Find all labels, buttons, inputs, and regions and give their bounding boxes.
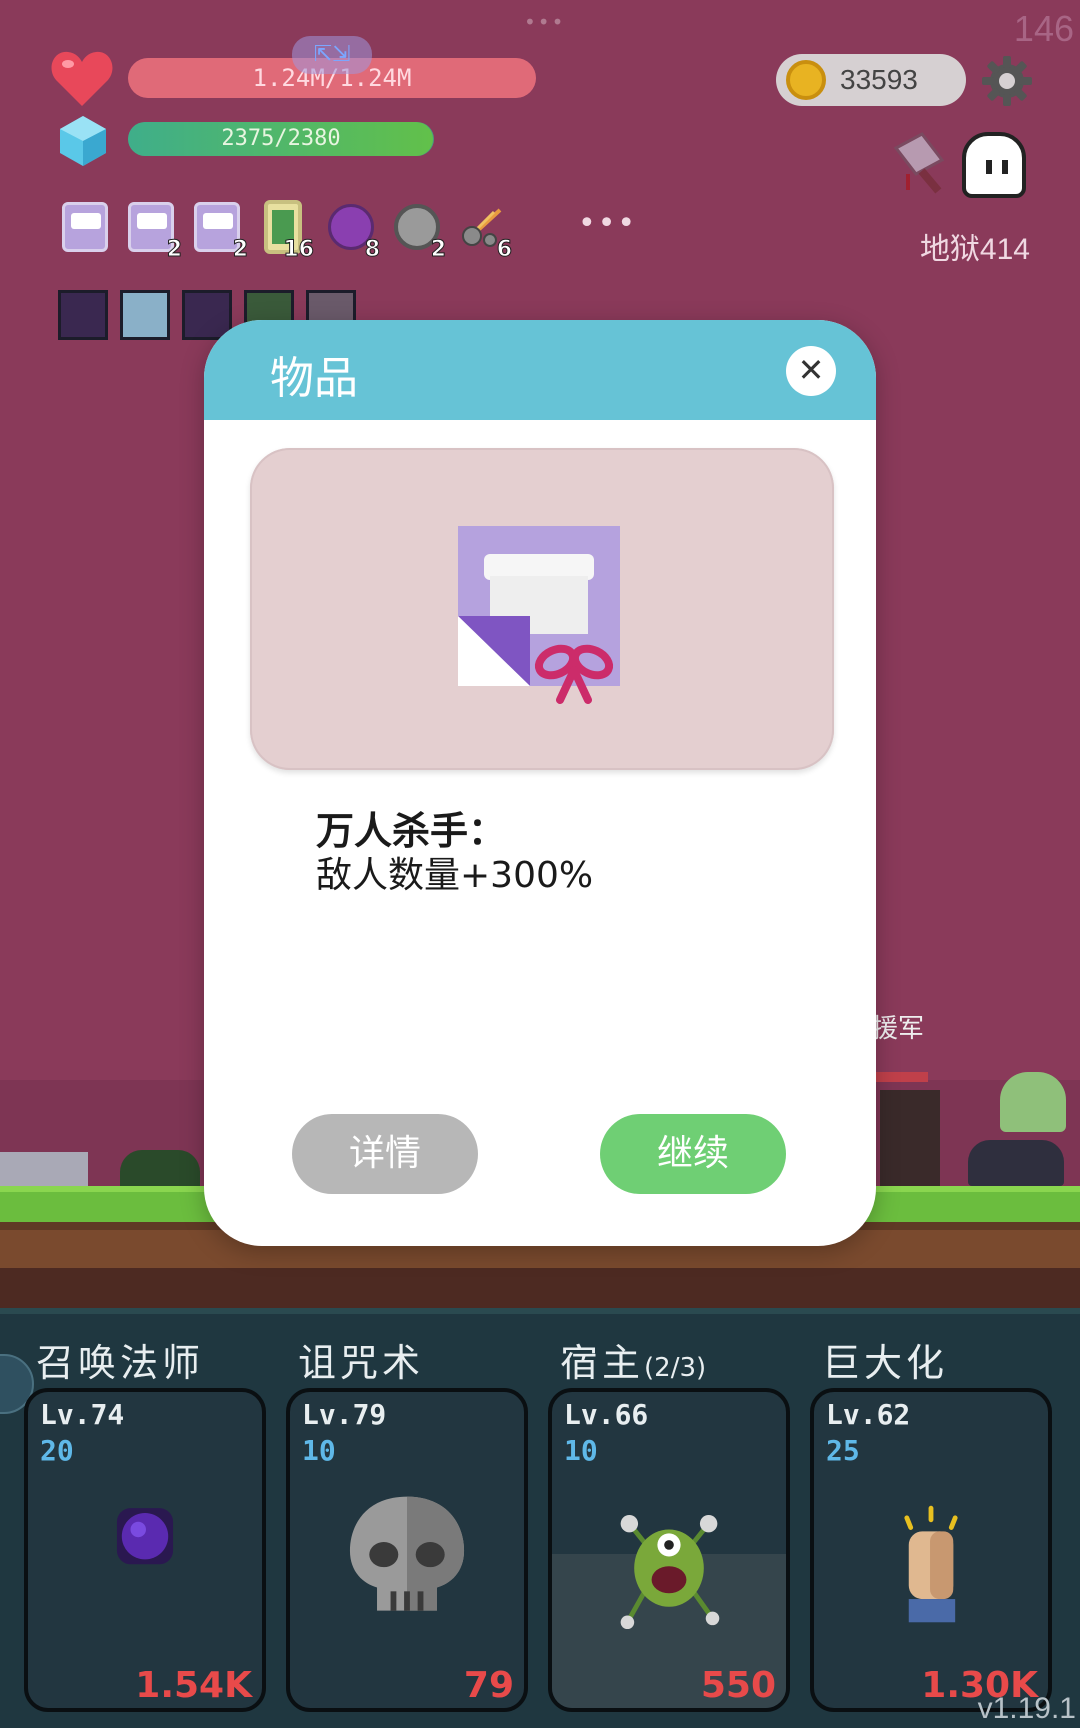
fullscreen-toggle-icon[interactable]: ⇱⇲ <box>292 36 372 74</box>
dialog-header: 物品 ✕ <box>204 320 876 420</box>
rock <box>968 1140 1064 1186</box>
item-count: 2 <box>166 237 182 263</box>
npc-name: 援军 <box>872 1013 925 1043</box>
skill-title-text: 诅咒术 <box>298 1341 425 1385</box>
dialog-title: 物品 <box>270 353 358 404</box>
skill-title: 巨大化 <box>822 1332 948 1387</box>
ghost-pet-icon[interactable] <box>962 132 1026 198</box>
skill-title-text: 召唤法师 <box>36 1341 205 1385</box>
skill-price: 79 <box>463 1665 514 1706</box>
skill-level: Lv.66 <box>564 1398 649 1431</box>
details-button[interactable]: 详情 <box>292 1114 478 1194</box>
skill-title-text: 巨大化 <box>822 1341 949 1385</box>
skill-card-curse[interactable]: Lv.79 10 79 <box>286 1388 528 1712</box>
gold-coin-icon <box>786 60 826 100</box>
continue-button[interactable]: 继续 <box>600 1114 786 1194</box>
mana-crystal-icon <box>60 116 106 166</box>
stage-label: 地狱414 <box>919 233 1030 266</box>
fence <box>0 1152 88 1188</box>
top-handle-dots: ••• <box>524 10 566 34</box>
skill-card-summon-mage[interactable]: Lv.74 20 1.54K <box>24 1388 266 1712</box>
bush <box>120 1150 200 1188</box>
inventory-item[interactable]: 2 <box>124 198 183 263</box>
dark-orb-icon <box>116 1508 174 1565</box>
inventory-item[interactable]: 2 <box>388 198 447 263</box>
npc-hp-bar <box>876 1072 928 1082</box>
skill-card-host[interactable]: Lv.66 10 550 <box>548 1388 790 1712</box>
gold-display: 33593 <box>776 54 966 106</box>
item-count: 16 <box>283 237 315 263</box>
inventory-item[interactable]: 2 <box>190 198 249 263</box>
item-count: 8 <box>364 237 380 263</box>
skull-icon <box>349 1496 465 1611</box>
skill-price: 1.54K <box>135 1665 252 1706</box>
raised-fist-icon <box>904 1505 958 1623</box>
item-count: 2 <box>430 237 446 263</box>
tree <box>1000 1072 1066 1132</box>
skill-title-text: 宿主 <box>560 1341 645 1385</box>
skill-level: Lv.62 <box>826 1398 911 1431</box>
skill-title-sub: (2/3) <box>644 1353 707 1383</box>
inventory-item[interactable] <box>58 198 112 256</box>
light-bulb-icon[interactable] <box>120 290 170 340</box>
skill-cost: 25 <box>826 1434 860 1467</box>
cleaver-icon[interactable] <box>886 130 956 200</box>
demon-mask-icon[interactable] <box>58 290 108 340</box>
mana-bar: 2375/2380 <box>128 122 434 156</box>
gift-scroll-icon <box>62 202 108 252</box>
close-button[interactable]: ✕ <box>786 346 836 396</box>
skill-price: 550 <box>700 1665 776 1706</box>
gold-amount: 33593 <box>840 64 918 95</box>
inventory-item[interactable]: 16 <box>256 198 314 263</box>
skill-bar: 召唤法师 Lv.74 20 1.54K 诅咒术 Lv.79 10 79 宿主(2… <box>0 1308 1080 1728</box>
item-dialog: 物品 ✕ 万人杀手： 敌人数量+300% 详情 继续 <box>204 320 876 1246</box>
inventory-more-button[interactable]: ••• <box>578 206 637 241</box>
item-description: 万人杀手： 敌人数量+300% <box>316 808 796 898</box>
fps-counter: 146 <box>1013 8 1074 49</box>
item-count: 6 <box>496 237 512 263</box>
gift-scroll-icon <box>458 526 620 704</box>
skill-title: 召唤法师 <box>36 1332 204 1387</box>
skill-cost: 20 <box>40 1434 74 1467</box>
gear-icon[interactable] <box>982 56 1032 106</box>
skill-card-gigantify[interactable]: Lv.62 25 1.30K <box>810 1388 1052 1712</box>
inventory-bar: 2 2 16 8 2 6 <box>58 198 513 263</box>
skill-level: Lv.79 <box>302 1398 387 1431</box>
skill-title: 宿主(2/3) <box>560 1332 706 1387</box>
green-monster-icon <box>620 1514 720 1630</box>
item-name: 万人杀手： <box>316 809 507 853</box>
heart-icon <box>51 51 113 106</box>
item-effect: 敌人数量+300% <box>316 855 594 896</box>
item-count: 2 <box>232 237 248 263</box>
inventory-item[interactable]: 6 <box>454 198 513 263</box>
version-label: v1.19.1 <box>977 1692 1076 1725</box>
skill-cost: 10 <box>302 1434 336 1467</box>
skill-level: Lv.74 <box>40 1398 125 1431</box>
skill-title: 诅咒术 <box>298 1332 424 1387</box>
item-preview <box>250 448 834 770</box>
skill-cost: 10 <box>564 1434 598 1467</box>
npc-soldier <box>880 1090 940 1186</box>
mana-text: 2375/2380 <box>221 126 341 151</box>
inventory-item[interactable]: 8 <box>322 198 381 263</box>
dirt-deep <box>0 1268 1080 1308</box>
